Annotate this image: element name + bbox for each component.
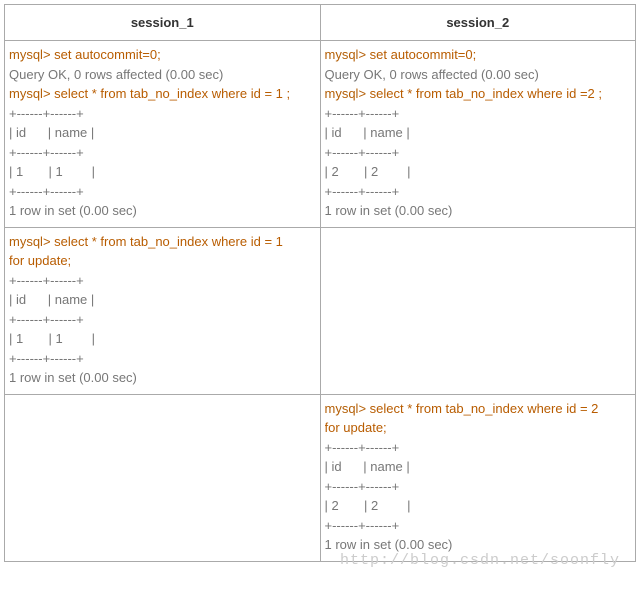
mysql-prompt: mysql> — [9, 86, 54, 101]
cell-r3-s1-empty — [5, 394, 321, 561]
result-text: 1 row in set (0.00 sec) — [325, 535, 632, 555]
cell-r3-s2: mysql> select * from tab_no_index where … — [320, 394, 636, 561]
ascii-header: | id | name | — [9, 123, 316, 143]
ascii-border: +------+------+ — [9, 143, 316, 163]
header-session-2: session_2 — [320, 5, 636, 41]
ascii-border: +------+------+ — [9, 182, 316, 202]
ascii-border: +------+------+ — [325, 516, 632, 536]
result-text: 1 row in set (0.00 sec) — [325, 201, 632, 221]
ascii-border: +------+------+ — [325, 477, 632, 497]
cell-r2-s2-empty — [320, 227, 636, 394]
header-session-1: session_1 — [5, 5, 321, 41]
ascii-border: +------+------+ — [325, 182, 632, 202]
ascii-border: +------+------+ — [325, 104, 632, 124]
result-text: 1 row in set (0.00 sec) — [9, 201, 316, 221]
ascii-header: | id | name | — [325, 123, 632, 143]
ascii-border: +------+------+ — [9, 271, 316, 291]
sql-statement: select * from tab_no_index where id = 1 … — [54, 86, 290, 101]
ascii-row: | 2 | 2 | — [325, 162, 632, 182]
result-text: Query OK, 0 rows affected (0.00 sec) — [9, 65, 316, 85]
mysql-prompt: mysql> — [325, 401, 370, 416]
ascii-border: +------+------+ — [325, 143, 632, 163]
sql-statement: set autocommit=0; — [54, 47, 161, 62]
ascii-row: | 2 | 2 | — [325, 496, 632, 516]
result-text: 1 row in set (0.00 sec) — [9, 368, 316, 388]
sql-statement: select * from tab_no_index where id = 2 — [370, 401, 599, 416]
sql-statement: for update; — [9, 253, 71, 268]
result-text: Query OK, 0 rows affected (0.00 sec) — [325, 65, 632, 85]
cell-r2-s1: mysql> select * from tab_no_index where … — [5, 227, 321, 394]
ascii-row: | 1 | 1 | — [9, 329, 316, 349]
ascii-border: +------+------+ — [9, 310, 316, 330]
ascii-border: +------+------+ — [9, 349, 316, 369]
sql-statement: set autocommit=0; — [370, 47, 477, 62]
sql-statement: select * from tab_no_index where id =2 ; — [370, 86, 602, 101]
mysql-prompt: mysql> — [9, 47, 54, 62]
mysql-prompt: mysql> — [9, 234, 54, 249]
table-row: mysql> set autocommit=0; Query OK, 0 row… — [5, 41, 636, 228]
ascii-header: | id | name | — [325, 457, 632, 477]
mysql-prompt: mysql> — [325, 47, 370, 62]
ascii-header: | id | name | — [9, 290, 316, 310]
session-comparison-table: session_1 session_2 mysql> set autocommi… — [4, 4, 636, 562]
cell-r1-s2: mysql> set autocommit=0; Query OK, 0 row… — [320, 41, 636, 228]
ascii-row: | 1 | 1 | — [9, 162, 316, 182]
table-row: mysql> select * from tab_no_index where … — [5, 394, 636, 561]
sql-statement: select * from tab_no_index where id = 1 — [54, 234, 283, 249]
table-row: mysql> select * from tab_no_index where … — [5, 227, 636, 394]
sql-statement: for update; — [325, 420, 387, 435]
cell-r1-s1: mysql> set autocommit=0; Query OK, 0 row… — [5, 41, 321, 228]
ascii-border: +------+------+ — [9, 104, 316, 124]
ascii-border: +------+------+ — [325, 438, 632, 458]
mysql-prompt: mysql> — [325, 86, 370, 101]
